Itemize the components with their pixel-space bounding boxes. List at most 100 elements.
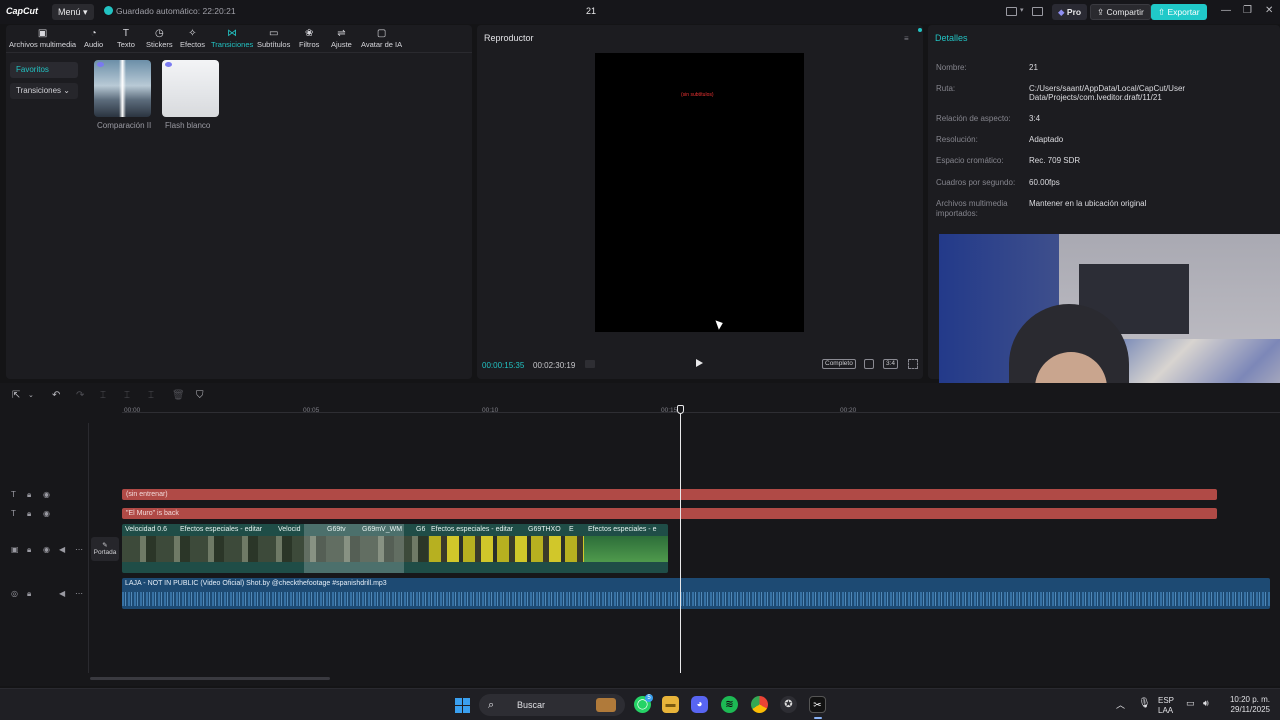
shield-icon[interactable]: ⛉ [196,390,204,401]
layout-dropdown-icon[interactable]: ▾ [1020,6,1024,14]
fullscreen-icon[interactable] [908,359,918,369]
start-windows-icon[interactable] [455,698,470,713]
snapshot-icon[interactable] [864,359,874,369]
delete-icon[interactable]: 🗑 [172,390,185,401]
tool-label: Ajuste [331,40,352,49]
detail-value-colorspace: Rec. 709 SDR [1029,156,1081,165]
search-icon: ⌕ [488,699,495,711]
start-tile [463,698,470,705]
tool-text[interactable]: T Texto [117,28,135,49]
split-icon[interactable]: ⌶ [100,390,106,401]
microphone-icon[interactable]: 🎙︎ [1138,698,1151,709]
lock-icon[interactable]: 🔒︎ [27,545,31,555]
redo-icon[interactable]: ↷ [76,390,84,401]
minimize-button[interactable]: — [1221,5,1231,16]
timecode-toggle[interactable] [585,360,595,368]
tool-audio[interactable]: ◔ Audio [84,28,103,49]
track-header-video: ▣ 🔒︎ ◉ ◀ ⋯ [0,544,90,558]
clip-label: Efectos especiales - editar [180,526,263,533]
clip-label: G6 [416,526,426,533]
split-left-icon[interactable]: ⌶ [124,390,130,401]
timeline-scrollbar[interactable] [90,677,330,680]
playhead[interactable] [680,409,681,673]
cloud-check-icon [104,6,113,15]
clock[interactable]: 10:20 p. m. 29/11/2025 [1218,695,1270,715]
eye-icon[interactable]: ◉ [43,509,50,518]
restore-button[interactable]: ❐ [1243,5,1252,16]
lock-icon[interactable]: 🔒︎ [27,589,31,599]
language-indicator[interactable]: ESP LAA [1158,696,1176,716]
mute-icon[interactable]: ◀ [59,545,65,554]
video-track[interactable]: Velocidad 0.6 Efectos especiales - edita… [122,524,668,573]
project-title: 21 [586,6,597,16]
video-frames-yellow [429,536,584,562]
file-explorer-icon[interactable]: ▬ [662,696,679,713]
quality-button[interactable]: Completo [822,359,856,369]
filters-icon: ❀ [305,28,314,39]
tool-transitions[interactable]: ⋈ Transiciones [211,28,253,49]
shortcuts-icon[interactable] [1032,7,1043,16]
chrome-icon[interactable] [751,696,768,713]
preview-canvas[interactable]: (sin subtítulos) [595,53,804,332]
eye-icon[interactable]: ◉ [43,490,50,499]
detail-value-name: 21 [1029,63,1038,72]
layout-icon[interactable] [1006,7,1017,16]
transition-thumb-comparison[interactable] [94,60,151,117]
player-menu-icon[interactable]: ≡ [904,34,909,43]
aspect-ratio-button[interactable]: 3:4 [883,359,899,369]
select-tool-icon[interactable]: ⇱ [12,390,20,401]
eye-icon[interactable]: ◉ [43,545,50,554]
timeline-panel: ⇱ ⌄ ↶ ↷ ⌶ ⌶ ⌶ 🗑 ⛉ 00:00 00:05 00:10 00:1… [0,383,1280,686]
lock-icon[interactable]: 🔒︎ [27,490,31,500]
tool-ai-avatar[interactable]: ▢ Avatar de IA [361,28,402,49]
tool-adjust[interactable]: ⇌ Ajuste [331,28,352,49]
capcut-taskbar-icon[interactable]: ✂ [809,696,826,713]
select-dropdown-icon[interactable]: ⌄ [28,391,34,399]
export-button[interactable]: ⇧ Exportar [1151,4,1207,20]
capcut-logo: CapCut [6,6,38,16]
app-icon[interactable]: ✪ [780,696,797,713]
discord-icon[interactable]: ◕ [691,696,708,713]
share-button[interactable]: ⇪ Compartir [1090,4,1151,20]
volume-icon[interactable]: 🔊︎ [1203,698,1209,709]
transition-thumb-flash-white[interactable] [162,60,219,117]
pro-button[interactable]: ◆ Pro [1052,4,1088,20]
tray-chevron-icon[interactable]: ︿ [1116,698,1125,711]
search-highlight-icon [596,698,616,712]
adjust-icon: ⇌ [337,28,346,39]
text-clip-2[interactable]: "El Muro" is back [122,508,1217,519]
tool-stickers[interactable]: ◷ Stickers [146,28,173,49]
text-clip-1[interactable]: (sin entrenar) [122,489,1217,500]
tool-effects[interactable]: ✧ Efectos [180,28,205,49]
more-icon[interactable]: ⋯ [75,589,83,598]
current-time: 00:00:15:35 [482,361,525,370]
spotify-icon[interactable]: ≋ [721,696,738,713]
cover-button[interactable]: ✎ Portada [91,537,119,561]
more-icon[interactable]: ⋯ [75,545,83,554]
network-icon[interactable]: ▭ [1186,698,1195,709]
audio-track[interactable]: LAJA - NOT IN PUBLIC (Video Oficial) Sho… [122,578,1270,609]
sidebar-item-transitions[interactable]: Transiciones ⌄ [10,83,78,99]
lock-icon[interactable]: 🔒︎ [27,509,31,519]
detail-label-name: Nombre: [936,63,967,72]
share-label: Compartir [1106,7,1144,17]
split-right-icon[interactable]: ⌶ [148,390,154,401]
close-button[interactable]: ✕ [1265,5,1273,16]
clip-label: E [569,526,574,533]
tool-subtitles[interactable]: ▭ Subtítulos [257,28,290,49]
play-button[interactable] [696,359,703,367]
sticker-icon: ◷ [154,28,164,39]
detail-label-resolution: Resolución: [936,135,978,144]
track-header-text-2: T 🔒︎ ◉ [0,508,90,522]
tool-filters[interactable]: ❀ Filtros [299,28,319,49]
playhead-handle[interactable] [677,405,684,414]
sidebar-item-favorites[interactable]: Favoritos [10,62,78,78]
clock-date: 29/11/2025 [1230,705,1270,714]
menu-button[interactable]: Menú ▾ [52,4,94,20]
detail-value-path: C:/Users/saant/AppData/Local/CapCut/User… [1029,84,1186,102]
tool-media[interactable]: ▣ Archivos multimedia [9,28,76,49]
undo-icon[interactable]: ↶ [52,390,60,401]
transition-label-comparison: Comparación II [97,121,152,130]
detail-label-aspect: Relación de aspecto: [936,114,1011,123]
mute-icon[interactable]: ◀ [59,589,65,598]
